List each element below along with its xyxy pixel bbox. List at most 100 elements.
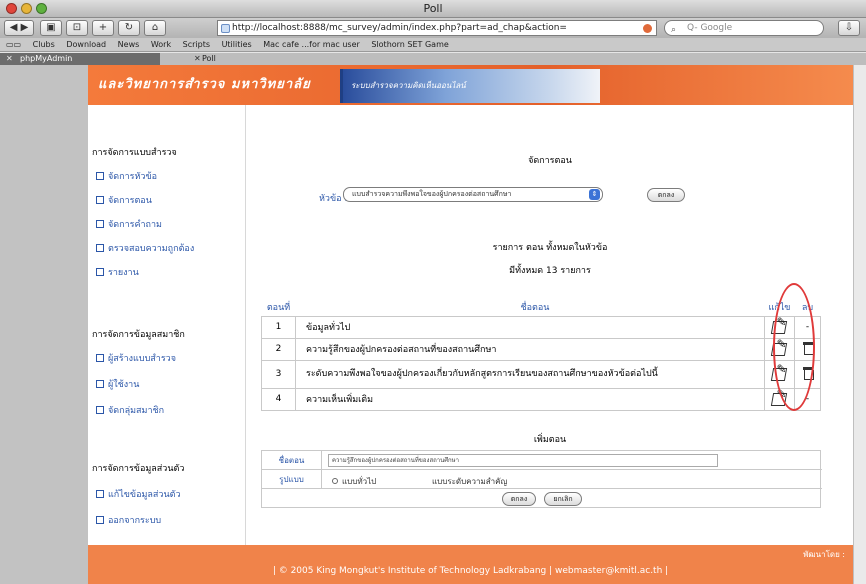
sidebar-item-report[interactable]: รายงาน bbox=[96, 265, 139, 279]
list-count: มีทั้งหมด 13 รายการ bbox=[509, 266, 591, 276]
footer-copyright: | © 2005 King Mongkut's Institute of Tec… bbox=[272, 566, 669, 576]
bookmark-download[interactable]: Download bbox=[66, 38, 106, 51]
sidebar-item-manage-topics[interactable]: จัดการหัวข้อ bbox=[96, 169, 157, 183]
bookmarks-icon[interactable]: ▭▭ bbox=[6, 38, 21, 51]
print-icon[interactable]: ▣ bbox=[40, 20, 62, 36]
reload-icon[interactable]: ↻ bbox=[118, 20, 140, 36]
row-name: ความรู้สึกของผู้ปกครองต่อสถานที่ของสถานศ… bbox=[295, 338, 765, 361]
bullet-icon bbox=[96, 196, 104, 204]
bullet-icon bbox=[96, 268, 104, 276]
bookmark-work[interactable]: Work bbox=[151, 38, 171, 51]
page-footer: พัฒนาโดย : | © 2005 King Mongkut's Insti… bbox=[88, 545, 853, 584]
sidebar-item-validate[interactable]: ตรวจสอบความถูกต้อง bbox=[96, 241, 194, 255]
window-titlebar: Poll bbox=[0, 0, 866, 18]
row-number: 3 bbox=[261, 360, 296, 389]
list-title: รายการ ตอน ทั้งหมดในหัวข้อ bbox=[492, 243, 608, 253]
page-viewport: และวิทยาการสำรวจ มหาวิทยาลัย ระบบสำรวจคว… bbox=[0, 65, 866, 584]
window-title: Poll bbox=[423, 2, 443, 15]
close-tab-icon[interactable]: ✕ bbox=[194, 53, 201, 65]
bullet-icon bbox=[96, 516, 104, 524]
form-row-type: รูปแบบ แบบทั่วไป แบบระดับความสำคัญ bbox=[262, 470, 822, 489]
table-row: 3 ระดับความพึงพอใจของผู้ปกครองเกี่ยวกับห… bbox=[261, 360, 821, 389]
table-row: 2 ความรู้สึกของผู้ปกครองต่อสถานที่ของสถา… bbox=[261, 337, 821, 361]
bullet-icon bbox=[96, 220, 104, 228]
bookmark-icon[interactable]: ⊡ bbox=[66, 20, 88, 36]
sidebar-heading-personal: การจัดการข้อมูลส่วนตัว bbox=[92, 464, 185, 474]
sidebar-item-edit-profile[interactable]: แก้ไขข้อมูลส่วนตัว bbox=[96, 487, 181, 501]
footer-developer-label: พัฒนาโดย : bbox=[803, 550, 845, 559]
bookmark-clubs[interactable]: Clubs bbox=[33, 38, 55, 51]
search-placeholder: Q- Google bbox=[687, 23, 733, 33]
type-option-rating[interactable]: แบบระดับความสำคัญ bbox=[422, 475, 507, 488]
chapters-table: ตอนที่ ชื่อตอน แก้ไข ลบ 1 ข้อมูลทั่วไป - bbox=[261, 299, 821, 411]
table-row: 4 ความเห็นเพิ่มเติม - bbox=[261, 387, 821, 411]
bullet-icon bbox=[96, 244, 104, 252]
tab-label: Poll bbox=[202, 54, 216, 63]
bullet-icon bbox=[96, 380, 104, 388]
bookmark-news[interactable]: News bbox=[118, 38, 140, 51]
header-banner: และวิทยาการสำรวจ มหาวิทยาลัย ระบบสำรวจคว… bbox=[88, 65, 853, 105]
chapter-type-label: รูปแบบ bbox=[262, 470, 322, 489]
new-tab-button[interactable]: + bbox=[92, 20, 114, 36]
tab-phpmyadmin[interactable]: ✕ phpMyAdmin bbox=[0, 53, 160, 65]
bookmark-utilities[interactable]: Utilities bbox=[222, 38, 252, 51]
bookmarks-bar: ▭▭ Clubs Download News Work Scripts Util… bbox=[0, 38, 866, 52]
bullet-icon bbox=[96, 172, 104, 180]
sidebar-item-users[interactable]: ผู้ใช้งาน bbox=[96, 377, 139, 391]
add-submit-button[interactable]: ตกลง bbox=[502, 492, 536, 506]
chapter-name-label: ชื่อตอน bbox=[262, 451, 322, 470]
search-field[interactable]: ⌕ Q- Google bbox=[664, 20, 824, 36]
topic-select-value: แบบสำรวจความพึงพอใจของผู้ปกครองต่อสถานศึ… bbox=[352, 190, 512, 198]
address-url: http://localhost:8888/mc_survey/admin/in… bbox=[232, 23, 567, 33]
bookmark-slothorn[interactable]: Slothorn SET Game bbox=[371, 38, 448, 51]
add-chapter-form: ชื่อตอน ความรู้สึกของผู้ปกครองต่อสถานที่… bbox=[261, 450, 822, 508]
row-number: 2 bbox=[261, 338, 296, 361]
page-title: จัดการตอน bbox=[528, 156, 572, 166]
add-cancel-button[interactable]: ยกเลิก bbox=[544, 492, 582, 506]
search-icon: ⌕ bbox=[671, 25, 677, 35]
row-number: 1 bbox=[261, 316, 296, 339]
annotation-highlight-oval bbox=[773, 283, 815, 411]
column-header-number: ตอนที่ bbox=[261, 299, 296, 317]
form-row-name: ชื่อตอน ความรู้สึกของผู้ปกครองต่อสถานที่… bbox=[262, 451, 822, 470]
row-name: ระดับความพึงพอใจของผู้ปกครองเกี่ยวกับหลั… bbox=[295, 360, 765, 389]
type-option-general[interactable]: แบบทั่วไป bbox=[332, 475, 376, 488]
sidebar-item-manage-questions[interactable]: จัดการคำถาม bbox=[96, 217, 162, 231]
tab-poll[interactable]: ✕ Poll bbox=[160, 53, 866, 65]
sidebar-item-manage-chapters[interactable]: จัดการตอน bbox=[96, 193, 152, 207]
tab-label: phpMyAdmin bbox=[20, 54, 73, 63]
banner-title: และวิทยาการสำรวจ มหาวิทยาลัย bbox=[98, 77, 311, 92]
back-forward-buttons[interactable]: ◀ ▶ bbox=[4, 20, 34, 36]
sidebar: การจัดการแบบสำรวจ จัดการหัวข้อ จัดการตอน… bbox=[88, 105, 246, 545]
row-number: 4 bbox=[261, 388, 296, 411]
chapter-name-input[interactable]: ความรู้สึกของผู้ปกครองต่อสถานที่ของสถานศ… bbox=[328, 454, 718, 467]
topic-ok-button[interactable]: ตกลง bbox=[647, 188, 685, 202]
bullet-icon bbox=[96, 490, 104, 498]
sidebar-item-logout[interactable]: ออกจากระบบ bbox=[96, 513, 161, 527]
bullet-icon bbox=[96, 354, 104, 362]
home-icon[interactable]: ⌂ bbox=[144, 20, 166, 36]
sidebar-item-survey-creators[interactable]: ผู้สร้างแบบสำรวจ bbox=[96, 351, 176, 365]
browser-toolbar: ◀ ▶ ▣ ⊡ + ↻ ⌂ http://localhost:8888/mc_s… bbox=[0, 18, 866, 38]
sidebar-heading-survey: การจัดการแบบสำรวจ bbox=[92, 148, 177, 158]
bookmark-scripts[interactable]: Scripts bbox=[183, 38, 210, 51]
sidebar-heading-members: การจัดการข้อมูลสมาชิก bbox=[92, 330, 185, 340]
bookmark-mac-cafe[interactable]: Mac cafe ...for mac user bbox=[263, 38, 360, 51]
sidebar-item-member-groups[interactable]: จัดกลุ่มสมาชิก bbox=[96, 403, 164, 417]
topic-select[interactable]: แบบสำรวจความพึงพอใจของผู้ปกครองต่อสถานศึ… bbox=[343, 187, 603, 202]
add-chapter-title: เพิ่มตอน bbox=[533, 435, 567, 445]
address-bar[interactable]: http://localhost:8888/mc_survey/admin/in… bbox=[217, 20, 657, 36]
banner-tagline: ระบบสำรวจความคิดเห็นออนไลน์ bbox=[351, 81, 466, 90]
bullet-icon bbox=[96, 406, 104, 414]
chevron-updown-icon: ⇕ bbox=[589, 189, 600, 200]
main-panel: จัดการตอน หัวข้อ : แบบสำรวจความพึงพอใจขอ… bbox=[247, 105, 853, 545]
reload-stop-icon[interactable] bbox=[643, 24, 652, 33]
download-icon[interactable]: ⇩ bbox=[838, 20, 860, 36]
site-icon bbox=[221, 24, 230, 33]
close-tab-icon[interactable]: ✕ bbox=[6, 53, 13, 65]
table-row: 1 ข้อมูลทั่วไป - bbox=[261, 315, 821, 339]
banner-image: ระบบสำรวจความคิดเห็นออนไลน์ bbox=[340, 69, 600, 103]
row-name: ความเห็นเพิ่มเติม bbox=[295, 388, 765, 411]
column-header-name: ชื่อตอน bbox=[295, 299, 765, 317]
page-content: และวิทยาการสำรวจ มหาวิทยาลัย ระบบสำรวจคว… bbox=[88, 65, 853, 584]
